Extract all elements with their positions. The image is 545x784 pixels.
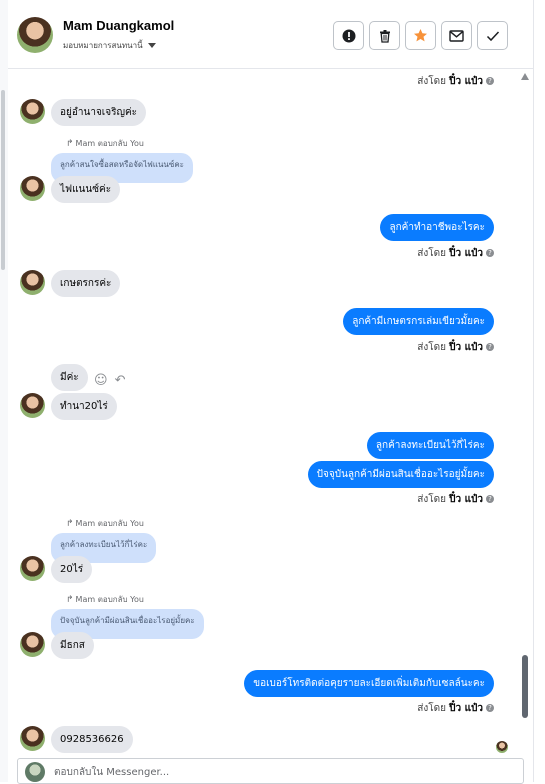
reply-arrow-icon: ↱ (66, 519, 74, 529)
info-icon[interactable]: ? (486, 495, 494, 503)
info-icon[interactable]: ? (486, 343, 494, 351)
envelope-icon (449, 29, 464, 42)
incoming-message[interactable]: ทำนา20ไร่ (51, 393, 117, 420)
scrollbar-thumb[interactable] (522, 655, 528, 718)
incoming-message[interactable]: เกษตรกรค่ะ (51, 270, 121, 297)
alert-icon (342, 29, 355, 42)
sender-avatar[interactable] (20, 176, 45, 201)
check-icon (486, 30, 499, 41)
reply-header: ↱ Mam ตอบกลับ You (66, 595, 144, 605)
reply-arrow-icon: ↱ (66, 139, 74, 149)
mark-unread-button[interactable] (441, 21, 472, 50)
right-edge (533, 0, 545, 782)
sender-avatar[interactable] (20, 556, 45, 581)
incoming-message[interactable]: มีค่ะ (51, 364, 88, 391)
sender-avatar[interactable] (20, 393, 45, 418)
incoming-message[interactable]: 0928536626 (51, 726, 133, 753)
conversation-panel: Mam Duangkamol มอบหมายการสนทนานี้ ส่งโดย… (8, 0, 533, 784)
contact-name[interactable]: Mam Duangkamol (63, 18, 174, 33)
react-emoji-icon[interactable]: ☺ (94, 373, 108, 388)
outgoing-message[interactable]: ลูกค้าลงทะเบียนไว้กี่ไร่คะ (366, 432, 494, 459)
sent-by-label: ส่งโดย ปิ๋ว แป๋ว? (417, 701, 494, 716)
assign-conversation-dropdown[interactable]: มอบหมายการสนทนานี้ (63, 39, 156, 52)
message-scrollbar[interactable] (518, 68, 532, 756)
reply-header: ↱ Mam ตอบกลับ You (66, 139, 144, 149)
incoming-message[interactable]: อยู่อำนาจเจริญค่ะ (51, 99, 147, 126)
reply-header: ↱ Mam ตอบกลับ You (66, 519, 144, 529)
info-icon[interactable]: ? (486, 77, 494, 85)
sent-by-label: ส่งโดย ปิ๋ว แป๋ว? (417, 340, 494, 355)
info-icon[interactable]: ? (486, 704, 494, 712)
outgoing-message[interactable]: ลูกค้าทำอาชีพอะไรคะ (380, 214, 494, 241)
outgoing-message[interactable]: ลูกค้ามีเกษตรกรเล่มเขียวมั้ยคะ (343, 308, 494, 335)
star-button[interactable] (405, 21, 436, 50)
mark-done-button[interactable] (477, 21, 508, 50)
sender-avatar[interactable] (20, 99, 45, 124)
reply-composer (17, 758, 524, 784)
seen-avatar (496, 741, 508, 753)
reply-arrow-icon: ↱ (66, 595, 74, 605)
star-icon (414, 29, 427, 42)
trash-icon (379, 29, 390, 43)
sender-avatar[interactable] (20, 726, 45, 751)
info-icon[interactable]: ? (486, 249, 494, 257)
assign-label: มอบหมายการสนทนานี้ (63, 41, 143, 50)
incoming-message[interactable]: 20ไร่ (51, 556, 93, 583)
sender-avatar[interactable] (20, 270, 45, 295)
contact-avatar[interactable] (17, 17, 53, 53)
reply-icon[interactable]: ↶ (115, 373, 126, 388)
sent-by-label: ส่งโดย ปิ๋ว แป๋ว? (417, 492, 494, 507)
incoming-message[interactable]: ไฟแนนซ์ค่ะ (51, 176, 121, 203)
sent-by-label: ส่งโดย ปิ๋ว แป๋ว? (417, 246, 494, 261)
scroll-up-icon[interactable] (521, 73, 529, 80)
page-avatar (25, 762, 45, 782)
page-scrollbar-thumb[interactable] (1, 90, 5, 270)
mark-spam-button[interactable] (333, 21, 364, 50)
outgoing-message[interactable]: ปัจจุบันลูกค้ามีผ่อนสินเชื่ออะไรอยู่มั้ย… (307, 461, 494, 488)
delete-button[interactable] (369, 21, 400, 50)
message-actions: ☺ ↶ (94, 373, 125, 388)
reply-input[interactable] (52, 763, 516, 782)
sent-by-label: ส่งโดย ปิ๋ว แป๋ว? (417, 74, 494, 89)
header-actions (333, 21, 508, 50)
message-list[interactable]: ส่งโดย ปิ๋ว แป๋ว? อยู่อำนาจเจริญค่ะ ↱ Mam… (8, 68, 533, 756)
conversation-header: Mam Duangkamol มอบหมายการสนทนานี้ (8, 0, 533, 69)
outgoing-message[interactable]: ขอเบอร์โทรติดต่อคุยรายละเอียดเพิ่มเติมกั… (244, 670, 494, 697)
incoming-message[interactable]: มีธกส (51, 632, 94, 659)
caret-down-icon (147, 43, 156, 48)
sender-avatar[interactable] (20, 632, 45, 657)
